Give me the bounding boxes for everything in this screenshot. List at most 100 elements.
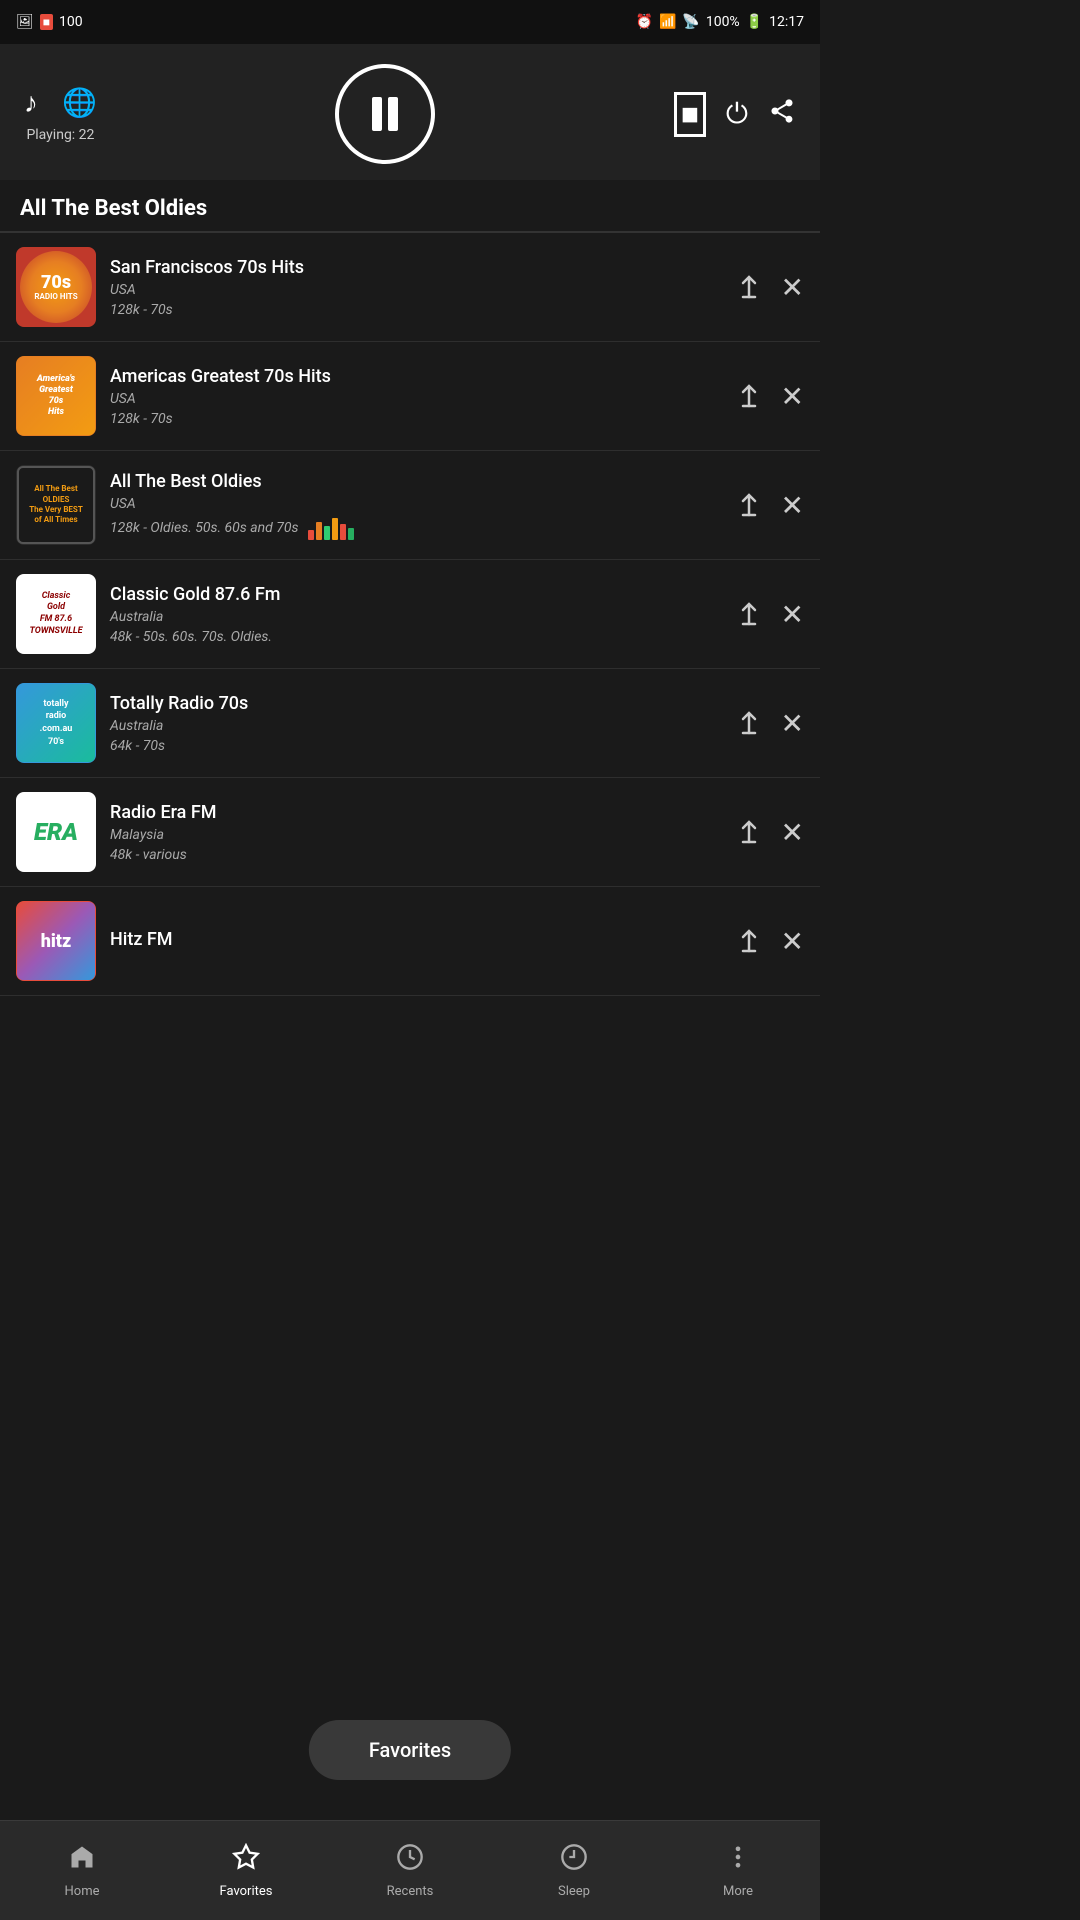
station-country: USA [110, 391, 723, 407]
station-item[interactable]: ERA Radio Era FM Malaysia 48k - various … [0, 778, 820, 887]
move-up-button[interactable] [737, 273, 761, 301]
station-list: 70sRADIO HITS San Franciscos 70s Hits US… [0, 233, 820, 996]
remove-button[interactable]: ✕ [781, 380, 804, 413]
favorites-nav-label: Favorites [220, 1884, 273, 1899]
sleep-nav-label: Sleep [558, 1884, 590, 1899]
home-nav-icon [68, 1843, 96, 1878]
player-left-icons: ♪ 🌐 [24, 86, 97, 119]
wifi-icon: 📶 [659, 14, 676, 30]
recents-nav-icon [396, 1843, 424, 1878]
station-logo: ClassicGoldFM 87.6TOWNSVILLE [16, 574, 96, 654]
station-actions: ✕ [737, 380, 804, 413]
status-right: ⏰ 📶 📡 100% 🔋 12:17 [636, 14, 804, 30]
station-item[interactable]: totallyradio.com.au70's Totally Radio 70… [0, 669, 820, 778]
power-button[interactable]: ⏻ [726, 97, 748, 131]
player-left: ♪ 🌐 Playing: 22 [24, 86, 97, 143]
bottom-spacer [0, 996, 820, 1096]
player-header: ♪ 🌐 Playing: 22 ■ ⏻ [0, 44, 820, 180]
station-info: San Franciscos 70s Hits USA 128k - 70s [110, 257, 723, 318]
nav-item-sleep[interactable]: Sleep [492, 1821, 656, 1920]
category-title: All The Best Oldies [0, 180, 820, 231]
station-country: Malaysia [110, 827, 723, 843]
signal-number: 100 [59, 14, 83, 30]
share-button[interactable] [768, 97, 796, 132]
sleep-nav-icon [560, 1843, 588, 1878]
station-country: Australia [110, 609, 723, 625]
station-bitrate-row: 128k - 70s [110, 411, 723, 427]
recents-nav-label: Recents [387, 1884, 434, 1899]
station-bitrate: 128k - 70s [110, 411, 173, 427]
pause-button[interactable] [335, 64, 435, 164]
station-logo: 70sRADIO HITS [16, 247, 96, 327]
move-up-button[interactable] [737, 491, 761, 519]
remove-button[interactable]: ✕ [781, 925, 804, 958]
playing-label: Playing: 22 [26, 127, 94, 143]
station-bitrate: 128k - Oldies. 50s. 60s and 70s [110, 520, 298, 536]
station-bitrate: 128k - 70s [110, 302, 173, 318]
pause-icon [372, 97, 398, 131]
globe-icon[interactable]: 🌐 [62, 86, 97, 119]
nav-item-favorites[interactable]: Favorites [164, 1821, 328, 1920]
photo-icon: 🖼 [16, 14, 34, 30]
station-bitrate-row: 48k - 50s. 60s. 70s. Oldies. [110, 629, 723, 645]
station-item[interactable]: All The BestOLDIESThe Very BESTof All Ti… [0, 451, 820, 560]
battery-icon: 🔋 [746, 14, 763, 30]
station-info: All The Best Oldies USA 128k - Oldies. 5… [110, 471, 723, 540]
station-name: Classic Gold 87.6 Fm [110, 584, 723, 605]
remove-button[interactable]: ✕ [781, 598, 804, 631]
station-item[interactable]: America'sGreatest70sHits Americas Greate… [0, 342, 820, 451]
nav-item-more[interactable]: More [656, 1821, 820, 1920]
station-name: Americas Greatest 70s Hits [110, 366, 723, 387]
remove-button[interactable]: ✕ [781, 707, 804, 740]
battery-level: 100% [706, 14, 740, 30]
station-actions: ✕ [737, 598, 804, 631]
move-up-button[interactable] [737, 927, 761, 955]
bottom-nav: Home Favorites Recents Sleep More [0, 1820, 820, 1920]
station-bitrate: 64k - 70s [110, 738, 165, 754]
station-country: Australia [110, 718, 723, 734]
station-info: Hitz FM [110, 929, 723, 954]
station-bitrate: 48k - 50s. 60s. 70s. Oldies. [110, 629, 272, 645]
station-actions: ✕ [737, 925, 804, 958]
station-logo: ERA [16, 792, 96, 872]
station-logo: America'sGreatest70sHits [16, 356, 96, 436]
station-name: San Franciscos 70s Hits [110, 257, 723, 278]
station-actions: ✕ [737, 489, 804, 522]
move-up-button[interactable] [737, 600, 761, 628]
remove-button[interactable]: ✕ [781, 489, 804, 522]
station-actions: ✕ [737, 816, 804, 849]
station-item[interactable]: hitz Hitz FM ✕ [0, 887, 820, 996]
remove-button[interactable]: ✕ [781, 816, 804, 849]
station-actions: ✕ [737, 707, 804, 740]
station-info: Americas Greatest 70s Hits USA 128k - 70… [110, 366, 723, 427]
nav-item-recents[interactable]: Recents [328, 1821, 492, 1920]
station-name: Totally Radio 70s [110, 693, 723, 714]
station-logo: hitz [16, 901, 96, 981]
station-info: Radio Era FM Malaysia 48k - various [110, 802, 723, 863]
status-bar: 🖼 ■ 100% 100 ⏰ 📶 📡 100% 🔋 12:17 [0, 0, 820, 44]
station-name: Hitz FM [110, 929, 723, 950]
station-item[interactable]: ClassicGoldFM 87.6TOWNSVILLE Classic Gol… [0, 560, 820, 669]
favorites-toast: Favorites [309, 1720, 511, 1780]
station-info: Totally Radio 70s Australia 64k - 70s [110, 693, 723, 754]
signal-icon: 📡 [682, 14, 699, 30]
status-left: 🖼 ■ 100% 100 [16, 14, 83, 30]
move-up-button[interactable] [737, 818, 761, 846]
music-icon[interactable]: ♪ [24, 86, 38, 119]
station-logo: totallyradio.com.au70's [16, 683, 96, 763]
favorites-nav-icon [232, 1843, 260, 1878]
station-name: Radio Era FM [110, 802, 723, 823]
remove-button[interactable]: ✕ [781, 271, 804, 304]
station-country: USA [110, 282, 723, 298]
move-up-button[interactable] [737, 709, 761, 737]
equalizer [308, 516, 354, 540]
station-bitrate: 48k - various [110, 847, 187, 863]
nav-item-home[interactable]: Home [0, 1821, 164, 1920]
stop-button[interactable]: ■ [674, 92, 706, 137]
more-nav-icon [724, 1843, 752, 1878]
station-logo: All The BestOLDIESThe Very BESTof All Ti… [16, 465, 96, 545]
station-bitrate-row: 64k - 70s [110, 738, 723, 754]
move-up-button[interactable] [737, 382, 761, 410]
station-country: USA [110, 496, 723, 512]
station-item[interactable]: 70sRADIO HITS San Franciscos 70s Hits US… [0, 233, 820, 342]
